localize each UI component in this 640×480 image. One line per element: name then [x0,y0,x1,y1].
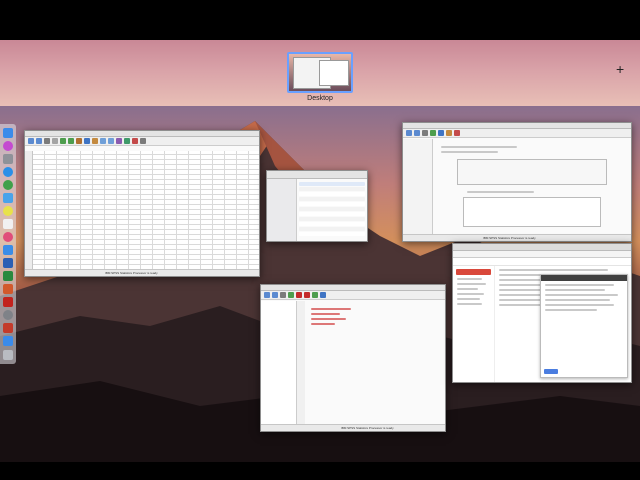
data-grid[interactable] [33,151,259,269]
open-icon[interactable] [28,138,34,144]
file-row[interactable] [299,217,365,221]
run-icon[interactable] [312,292,318,298]
acrobat-icon[interactable] [3,297,13,307]
itunes-icon[interactable] [3,232,13,242]
run-icon[interactable] [454,130,460,136]
file-row[interactable] [299,182,365,186]
undo-icon[interactable] [430,130,436,136]
file-row[interactable] [299,202,365,206]
siri-icon[interactable] [3,141,13,151]
syntax-navigator[interactable] [261,301,297,424]
browser-tab-strip[interactable] [453,244,631,251]
calendar-icon[interactable] [3,219,13,229]
file-row[interactable] [299,212,365,216]
output-outline-pane[interactable] [403,139,433,234]
status-bar: IBM SPSS Statistics Processor is ready [25,269,259,276]
file-row[interactable] [299,197,365,201]
dock [0,124,16,364]
file-row[interactable] [299,192,365,196]
row-numbers [25,151,33,269]
redo-icon[interactable] [68,138,74,144]
finder2-icon[interactable] [3,336,13,346]
print-icon[interactable] [280,292,286,298]
value-labels-icon[interactable] [140,138,146,144]
launchpad-icon[interactable] [3,154,13,164]
word-icon[interactable] [3,258,13,268]
file-row[interactable] [299,187,365,191]
compose-message-panel[interactable] [540,274,628,378]
recall-icon[interactable] [52,138,58,144]
statistics-table [457,159,607,185]
weight-icon[interactable] [124,138,130,144]
find-icon[interactable] [446,130,452,136]
toolbar [403,129,631,138]
frequency-table [463,197,601,227]
mini-window [319,60,349,86]
toolbar [25,137,259,146]
stop-icon[interactable] [296,292,302,298]
trash-icon[interactable] [3,350,13,360]
record-icon[interactable] [304,292,310,298]
file-row[interactable] [299,207,365,211]
variables-icon[interactable] [84,138,90,144]
spss-syntax-window[interactable]: IBM SPSS Statistics Processor is ready [260,284,446,432]
print-icon[interactable] [422,130,428,136]
desktop-space-thumbnail[interactable] [287,52,353,93]
status-bar: IBM SPSS Statistics Processor is ready [261,424,445,431]
split-file-icon[interactable] [116,138,122,144]
open-icon[interactable] [264,292,270,298]
save-icon[interactable] [414,130,420,136]
output-content-pane [437,143,627,231]
gmail-sidebar [453,266,495,382]
file-row[interactable] [299,232,365,236]
spaces-bar: Desktop + [0,40,640,106]
goto-icon[interactable] [76,138,82,144]
status-text: IBM SPSS Statistics Processor is ready [483,236,536,240]
compose-button[interactable] [456,269,491,275]
print-icon[interactable] [44,138,50,144]
excel-icon[interactable] [3,271,13,281]
spss-data-editor-window[interactable]: IBM SPSS Statistics Processor is ready [24,130,260,277]
undo-icon[interactable] [288,292,294,298]
chrome-icon[interactable] [3,180,13,190]
screen: Desktop + IBM SPSS Statistics Processor … [0,0,640,480]
add-space-button[interactable]: + [616,62,624,76]
undo-icon[interactable] [60,138,66,144]
spss-icon[interactable] [3,323,13,333]
spss-output-window[interactable]: IBM SPSS Statistics Processor is ready [402,122,632,242]
title-bar[interactable] [267,171,367,179]
safari-icon[interactable] [3,167,13,177]
send-button[interactable] [544,369,558,374]
syntax-editor[interactable] [307,305,441,421]
finder-icon[interactable] [3,128,13,138]
photos-icon[interactable] [3,206,13,216]
status-text: IBM SPSS Statistics Processor is ready [105,271,158,275]
gmail-header [453,258,631,266]
mail-icon[interactable] [3,193,13,203]
finder-sidebar [267,179,297,241]
compose-title-bar[interactable] [541,275,627,281]
status-text: IBM SPSS Statistics Processor is ready [341,426,394,430]
preferences-icon[interactable] [3,310,13,320]
desktop-space-label: Desktop [307,95,333,102]
finder-window[interactable] [266,170,368,242]
appstore-icon[interactable] [3,245,13,255]
browser-window[interactable] [452,243,632,383]
open-icon[interactable] [406,130,412,136]
syntax-help-icon[interactable] [320,292,326,298]
line-gutter [297,301,305,424]
toolbar [261,291,445,300]
insert-cases-icon[interactable] [100,138,106,144]
insert-variable-icon[interactable] [108,138,114,144]
save-icon[interactable] [36,138,42,144]
address-bar[interactable] [453,251,631,258]
save-icon[interactable] [272,292,278,298]
file-row[interactable] [299,222,365,226]
variables-icon[interactable] [438,130,444,136]
find-icon[interactable] [92,138,98,144]
select-cases-icon[interactable] [132,138,138,144]
powerpoint-icon[interactable] [3,284,13,294]
status-bar: IBM SPSS Statistics Processor is ready [403,234,631,241]
file-row[interactable] [299,227,365,231]
